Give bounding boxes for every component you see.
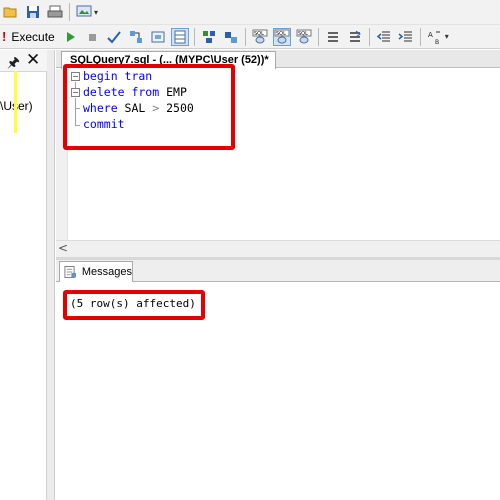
svg-text:SQL: SQL <box>276 31 286 37</box>
results-to-grid-icon[interactable] <box>170 27 189 46</box>
chevron-down-icon[interactable]: ▾ <box>445 32 449 41</box>
include-plan-icon[interactable] <box>200 28 218 46</box>
toolbar-separator <box>368 27 370 46</box>
scroll-left-icon[interactable]: < <box>58 241 68 255</box>
open-file-icon[interactable] <box>2 3 20 21</box>
toolbar-separator <box>419 27 421 46</box>
sql-grid-icon[interactable]: SQL <box>272 27 291 46</box>
svg-text:A: A <box>428 31 433 39</box>
client-statistics-icon[interactable] <box>222 28 240 46</box>
standard-toolbar: ▾ <box>0 0 500 25</box>
execute-button[interactable]: ! Execute <box>2 29 55 44</box>
results-tab-strip: Messages <box>56 260 500 282</box>
debug-play-icon[interactable] <box>61 28 79 46</box>
svg-text:B: B <box>435 39 439 45</box>
sql-results-icon[interactable]: SQL <box>251 28 269 46</box>
svg-text:SQL: SQL <box>254 31 264 37</box>
sql-editor-toolbar: ! Execute SQL SQL SQL A B ▾ <box>0 25 500 49</box>
execute-label: Execute <box>11 29 55 44</box>
parse-check-icon[interactable] <box>105 28 123 46</box>
messages-icon <box>64 266 76 278</box>
change-tracking-bar <box>14 71 17 133</box>
sql-file-icon[interactable]: SQL <box>295 28 313 46</box>
specify-values-icon[interactable]: AB <box>426 28 444 46</box>
svg-text:SQL: SQL <box>298 31 308 37</box>
display-icon[interactable] <box>75 3 93 21</box>
save-icon[interactable] <box>24 3 42 21</box>
toolbar-separator <box>69 3 70 21</box>
tab-messages[interactable]: Messages <box>59 261 133 282</box>
toolbar-separator <box>244 27 246 46</box>
chevron-down-icon[interactable]: ▾ <box>94 8 98 17</box>
toolbar-separator <box>317 27 319 46</box>
close-icon[interactable]: ✕ <box>26 50 40 70</box>
object-explorer-header: 🖈 ✕ <box>0 50 47 72</box>
comment-lines-icon[interactable] <box>324 28 342 46</box>
execute-icon: ! <box>2 29 7 44</box>
results-to-text-icon[interactable] <box>149 28 167 46</box>
decrease-indent-icon[interactable] <box>375 28 393 46</box>
uncomment-lines-icon[interactable] <box>346 28 364 46</box>
editor-horizontal-scrollbar[interactable]: < <box>56 240 500 257</box>
stop-icon[interactable] <box>83 28 101 46</box>
increase-indent-icon[interactable] <box>397 28 415 46</box>
query-design-icon[interactable] <box>127 28 145 46</box>
toolbar-separator <box>193 27 195 46</box>
panel-splitter[interactable] <box>47 50 55 500</box>
message-highlight-annotation <box>63 290 205 320</box>
object-explorer-panel: 🖈 ✕ \User) <box>0 50 47 500</box>
print-icon[interactable] <box>46 3 64 21</box>
messages-tab-label: Messages <box>81 266 132 278</box>
code-highlight-annotation <box>63 64 235 150</box>
